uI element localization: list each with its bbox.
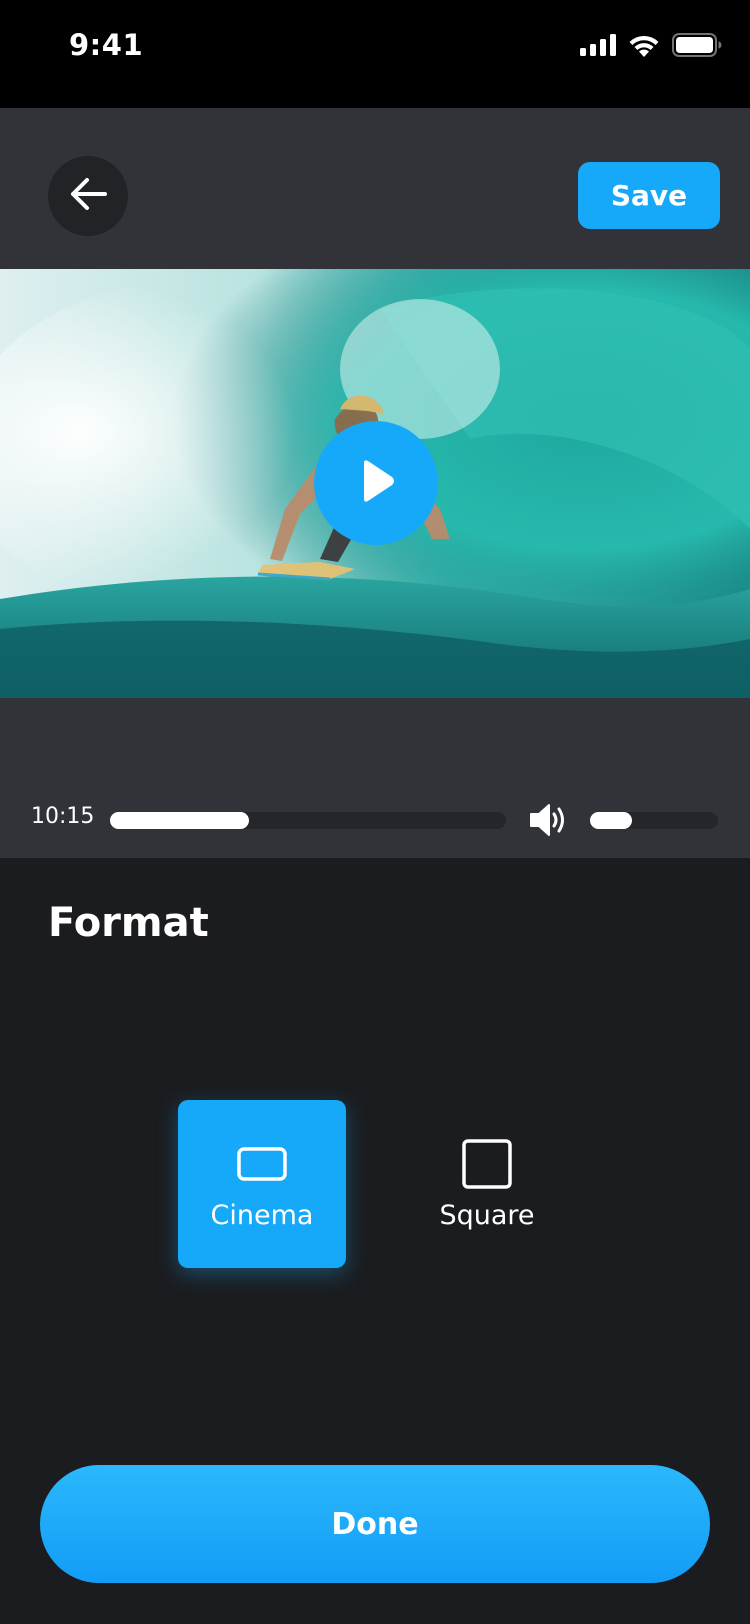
format-option-label: Cinema bbox=[210, 1200, 314, 1231]
video-preview[interactable] bbox=[0, 269, 750, 698]
done-button[interactable]: Done bbox=[40, 1465, 710, 1583]
wifi-icon bbox=[628, 34, 660, 61]
current-time: 10:15 bbox=[31, 804, 95, 829]
format-heading: Format bbox=[48, 900, 209, 946]
battery-icon bbox=[672, 33, 722, 61]
speaker-icon[interactable] bbox=[528, 800, 568, 840]
rectangle-icon bbox=[237, 1138, 287, 1190]
editor-header: Save bbox=[0, 108, 750, 269]
save-button[interactable]: Save bbox=[578, 162, 720, 229]
format-option-label: Square bbox=[439, 1200, 535, 1231]
playback-controls: 10:15 bbox=[0, 698, 750, 858]
status-time: 9:41 bbox=[69, 28, 144, 62]
play-button[interactable] bbox=[314, 421, 438, 545]
signal-icon bbox=[580, 34, 616, 60]
volume-slider[interactable] bbox=[590, 812, 718, 829]
format-option-square[interactable]: Square bbox=[403, 1100, 571, 1268]
arrow-left-icon bbox=[68, 177, 108, 215]
status-icons bbox=[580, 33, 722, 61]
format-option-cinema[interactable]: Cinema bbox=[178, 1100, 346, 1268]
progress-bar[interactable] bbox=[110, 812, 506, 829]
back-button[interactable] bbox=[48, 156, 128, 236]
volume-fill bbox=[590, 812, 633, 829]
progress-fill bbox=[110, 812, 249, 829]
status-bar: 9:41 bbox=[0, 0, 750, 108]
play-icon bbox=[356, 458, 396, 508]
square-icon bbox=[462, 1138, 512, 1190]
